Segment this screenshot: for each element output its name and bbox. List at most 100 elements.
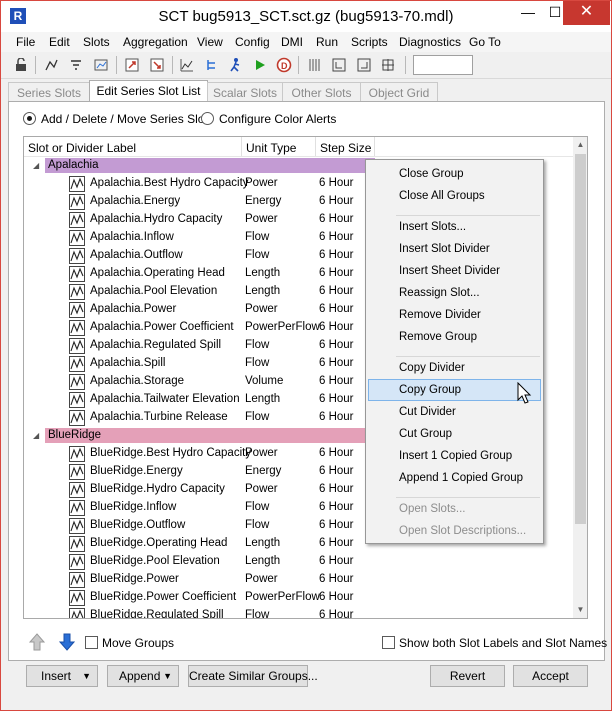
menu-item-insert-sheet-divider[interactable]: Insert Sheet Divider	[399, 265, 500, 277]
series-slot-icon	[69, 392, 85, 408]
slot-link-icon[interactable]	[41, 55, 61, 75]
radio-add-delete-move[interactable]	[23, 112, 36, 125]
series-slot-icon	[69, 302, 85, 318]
tab-edit-series-slot-list[interactable]: Edit Series Slot List	[89, 80, 208, 102]
series-slot-icon	[69, 230, 85, 246]
move-up-button[interactable]	[27, 631, 47, 653]
table-row[interactable]: BlueRidge.Pool Elevation Length 6 Hour	[24, 553, 573, 571]
scroll-down-icon[interactable]: ▼	[573, 602, 587, 618]
create-similar-groups-button[interactable]: Create Similar Groups...	[188, 665, 318, 687]
scroll-thumb[interactable]	[575, 154, 586, 524]
app-window: R SCT bug5913_SCT.sct.gz (bug5913-70.mdl…	[0, 0, 612, 711]
close-button[interactable]: ✕	[563, 1, 610, 25]
vertical-scrollbar[interactable]: ▲ ▼	[573, 137, 587, 618]
unit-type: Power	[245, 447, 278, 459]
slot-label: Apalachia.Tailwater Elevation	[90, 393, 240, 405]
series-slot-icon	[69, 338, 85, 354]
menu-item-copy-divider[interactable]: Copy Divider	[399, 362, 465, 374]
insert-button[interactable]: Insert ▼	[26, 665, 98, 687]
slot-label: Apalachia.Operating Head	[90, 267, 225, 279]
column-header-label[interactable]: Slot or Divider Label	[28, 141, 136, 155]
series-slot-icon	[69, 572, 85, 588]
tab-scalar-slots[interactable]: Scalar Slots	[207, 82, 283, 101]
collapse-arrow-icon[interactable]: ◢	[33, 431, 39, 440]
step-size: 6 Hour	[319, 177, 354, 189]
grid-icon[interactable]	[304, 55, 324, 75]
move-groups-checkbox[interactable]	[85, 636, 98, 649]
menu-item-remove-group[interactable]: Remove Group	[399, 331, 477, 343]
unit-type: Energy	[245, 195, 282, 207]
menu-aggregation[interactable]: Aggregation	[123, 35, 188, 49]
unit-type: Length	[245, 537, 281, 549]
bracket-right-icon[interactable]	[354, 55, 374, 75]
slot-label: Apalachia.Hydro Capacity	[90, 213, 223, 225]
step-size: 6 Hour	[319, 555, 354, 567]
menu-bar: File Edit Slots Aggregation View Config …	[1, 32, 611, 52]
menu-slots[interactable]: Slots	[83, 35, 110, 49]
menu-edit[interactable]: Edit	[49, 35, 70, 49]
collapse-arrow-icon[interactable]: ◢	[33, 161, 39, 170]
menu-item-cut-divider[interactable]: Cut Divider	[399, 406, 456, 418]
menu-item-close-all-groups[interactable]: Close All Groups	[399, 190, 485, 202]
radio-configure-color-alerts[interactable]	[201, 112, 214, 125]
menu-config[interactable]: Config	[235, 35, 270, 49]
move-down-button[interactable]	[57, 631, 77, 653]
play-icon[interactable]	[250, 55, 270, 75]
menu-file[interactable]: File	[16, 35, 35, 49]
open-slot-icon[interactable]	[122, 55, 142, 75]
slot-label: Apalachia.Best Hydro Capacity	[90, 177, 249, 189]
tab-series-slots[interactable]: Series Slots	[8, 82, 90, 101]
slot-label: Apalachia.Energy	[90, 195, 181, 207]
table-row[interactable]: BlueRidge.Regulated Spill Flow 6 Hour	[24, 607, 573, 618]
tab-other-slots[interactable]: Other Slots	[282, 82, 361, 101]
step-size: 6 Hour	[319, 447, 354, 459]
stop-icon[interactable]: D	[274, 55, 294, 75]
lock-icon[interactable]	[11, 55, 31, 75]
menu-run[interactable]: Run	[316, 35, 338, 49]
filter-icon[interactable]	[66, 55, 86, 75]
table-row[interactable]: BlueRidge.Power Power 6 Hour	[24, 571, 573, 589]
menu-item-insert-slots[interactable]: Insert Slots...	[399, 221, 466, 233]
tree-icon[interactable]	[202, 55, 222, 75]
menu-item-append-1-copied-group[interactable]: Append 1 Copied Group	[399, 472, 523, 484]
bracket-left-icon[interactable]	[329, 55, 349, 75]
slot-label: Apalachia.Turbine Release	[90, 411, 228, 423]
menu-view[interactable]: View	[197, 35, 223, 49]
chart-icon[interactable]	[177, 55, 197, 75]
run-icon[interactable]	[226, 55, 246, 75]
append-button[interactable]: Append ▼	[107, 665, 179, 687]
menu-item-copy-group[interactable]: Copy Group	[399, 384, 461, 396]
menu-item-cut-group[interactable]: Cut Group	[399, 428, 452, 440]
expand-icon[interactable]	[378, 55, 398, 75]
clear-icon[interactable]	[147, 55, 167, 75]
minimize-button[interactable]: —	[514, 1, 542, 25]
table-row[interactable]: BlueRidge.Power Coefficient PowerPerFlow 6…	[24, 589, 573, 607]
plot-icon[interactable]	[91, 55, 111, 75]
series-slot-icon	[69, 212, 85, 228]
menu-item-reassign-slot[interactable]: Reassign Slot...	[399, 287, 480, 299]
step-size: 6 Hour	[319, 411, 354, 423]
title-bar: R SCT bug5913_SCT.sct.gz (bug5913-70.mdl…	[1, 1, 611, 32]
accept-button[interactable]: Accept	[513, 665, 588, 687]
scroll-up-icon[interactable]: ▲	[573, 137, 587, 153]
menu-scripts[interactable]: Scripts	[351, 35, 388, 49]
menu-item-insert-1-copied-group[interactable]: Insert 1 Copied Group	[399, 450, 512, 462]
menu-dmi[interactable]: DMI	[281, 35, 303, 49]
unit-type: PowerPerFlow	[245, 591, 320, 603]
tab-object-grid[interactable]: Object Grid	[360, 82, 438, 101]
unit-type: Length	[245, 267, 281, 279]
menu-item-close-group[interactable]: Close Group	[399, 168, 464, 180]
show-both-labels-checkbox[interactable]	[382, 636, 395, 649]
series-slot-icon	[69, 248, 85, 264]
menu-go-to[interactable]: Go To	[469, 35, 501, 49]
column-header-step-size[interactable]: Step Size	[320, 141, 371, 155]
menu-diagnostics[interactable]: Diagnostics	[399, 35, 461, 49]
slot-label: Apalachia.Pool Elevation	[90, 285, 218, 297]
menu-item-remove-divider[interactable]: Remove Divider	[399, 309, 481, 321]
slot-label: Apalachia.Storage	[90, 375, 184, 387]
unit-type: Length	[245, 393, 281, 405]
revert-button[interactable]: Revert	[430, 665, 505, 687]
menu-item-insert-slot-divider[interactable]: Insert Slot Divider	[399, 243, 490, 255]
toolbar-input[interactable]	[413, 55, 473, 75]
column-header-unit-type[interactable]: Unit Type	[246, 141, 296, 155]
